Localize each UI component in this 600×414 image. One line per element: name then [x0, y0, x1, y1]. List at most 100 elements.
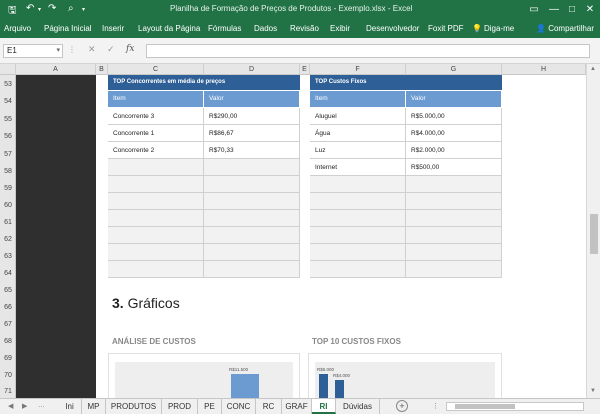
table-concorrentes-item-cell[interactable]	[108, 227, 204, 244]
table-concorrentes-item-cell[interactable]	[108, 210, 204, 227]
row-header[interactable]: 62	[0, 236, 16, 243]
table-custos-fixos-item-cell[interactable]: Água	[310, 125, 406, 142]
tab-split-grip-icon[interactable]: ⋮	[432, 402, 439, 410]
add-sheet-icon[interactable]: +	[396, 400, 408, 412]
enter-icon[interactable]: ✓	[107, 44, 115, 55]
tab-desenvolvedor[interactable]: Desenvolvedor	[366, 24, 419, 33]
customize-toolbar-icon[interactable]: ▾	[82, 6, 85, 13]
tab-revisao[interactable]: Revisão	[290, 24, 319, 33]
cancel-icon[interactable]: ✕	[88, 44, 96, 55]
maximize-icon[interactable]: □	[564, 2, 580, 18]
row-header[interactable]: 55	[0, 116, 16, 123]
table-concorrentes-valor-cell[interactable]	[204, 176, 300, 193]
column-header-h[interactable]: H	[502, 64, 586, 75]
table-concorrentes-valor-cell[interactable]	[204, 261, 300, 278]
more-sheets-icon[interactable]: …	[38, 402, 45, 409]
sheet-tab-graf[interactable]: GRAF	[282, 399, 312, 414]
tab-arquivo[interactable]: Arquivo	[4, 24, 31, 33]
table-custos-fixos-item-cell[interactable]	[310, 193, 406, 210]
table-custos-fixos-valor-cell[interactable]: R$5.000,00	[406, 108, 502, 125]
row-header[interactable]: 68	[0, 338, 16, 345]
insert-function-icon[interactable]: fx	[126, 44, 134, 54]
row-header[interactable]: 67	[0, 321, 16, 328]
undo-icon[interactable]: ↶	[26, 3, 34, 14]
table-concorrentes-item-cell[interactable]: Concorrente 3	[108, 108, 204, 125]
column-header-d[interactable]: D	[204, 64, 300, 75]
chart-bar[interactable]	[335, 380, 344, 398]
tab-formulas[interactable]: Fórmulas	[208, 24, 241, 33]
column-header-f[interactable]: F	[310, 64, 406, 75]
row-header[interactable]: 64	[0, 270, 16, 277]
formula-bar-grip-icon[interactable]: ⋮	[68, 45, 76, 54]
row-header[interactable]: 60	[0, 202, 16, 209]
row-header[interactable]: 59	[0, 185, 16, 192]
row-header[interactable]: 54	[0, 98, 16, 105]
table-concorrentes-item-cell[interactable]	[108, 193, 204, 210]
tab-pagina-inicial[interactable]: Página Inicial	[44, 24, 92, 33]
table-concorrentes-valor-cell[interactable]: R$70,33	[204, 142, 300, 159]
sheet-tab-duvidas[interactable]: Dúvidas	[336, 399, 380, 414]
column-header-c[interactable]: C	[108, 64, 204, 75]
column-header-g[interactable]: G	[406, 64, 502, 75]
table-custos-fixos-item-cell[interactable]	[310, 244, 406, 261]
row-header[interactable]: 70	[0, 372, 16, 379]
tab-inserir[interactable]: Inserir	[102, 24, 124, 33]
tell-me-search[interactable]: Diga-me	[484, 24, 514, 33]
table-custos-fixos-valor-cell[interactable]	[406, 210, 502, 227]
sheet-area[interactable]: TOP Concorrentes em média de preços Item…	[96, 75, 586, 398]
horizontal-scrollbar[interactable]	[446, 402, 584, 411]
row-header[interactable]: 71	[0, 388, 16, 395]
sheet-tab-mp[interactable]: MP	[82, 399, 106, 414]
table-concorrentes-item-cell[interactable]: Concorrente 2	[108, 142, 204, 159]
table-custos-fixos-valor-cell[interactable]	[406, 176, 502, 193]
undo-dropdown-icon[interactable]: ▾	[38, 6, 41, 13]
sheet-tab-ini[interactable]: Ini	[58, 399, 82, 414]
next-sheet-icon[interactable]: ▶	[22, 402, 27, 410]
table-concorrentes-valor-cell[interactable]	[204, 210, 300, 227]
sheet-tab-ri[interactable]: RI	[312, 399, 336, 414]
column-a-dark-panel[interactable]	[16, 75, 96, 398]
row-header[interactable]: 56	[0, 133, 16, 140]
table-concorrentes-item-cell[interactable]	[108, 159, 204, 176]
table-custos-fixos-item-cell[interactable]	[310, 176, 406, 193]
chart-bar[interactable]	[231, 374, 259, 398]
row-header[interactable]: 53	[0, 81, 16, 88]
vertical-scrollbar[interactable]: ▲ ▼	[586, 64, 600, 398]
tab-dados[interactable]: Dados	[254, 24, 277, 33]
chart-analise-custos[interactable]: R$11.500	[108, 353, 300, 398]
minimize-icon[interactable]: —	[546, 2, 562, 18]
table-custos-fixos-valor-cell[interactable]: R$2.000,00	[406, 142, 502, 159]
table-custos-fixos-item-cell[interactable]: Aluguel	[310, 108, 406, 125]
sheet-tab-rc[interactable]: RC	[256, 399, 282, 414]
ribbon-options-icon[interactable]: ▭	[526, 2, 542, 18]
scroll-down-icon[interactable]: ▼	[590, 388, 596, 394]
table-custos-fixos-item-cell[interactable]: Internet	[310, 159, 406, 176]
row-header[interactable]: 63	[0, 253, 16, 260]
row-header[interactable]: 58	[0, 168, 16, 175]
vertical-scroll-thumb[interactable]	[590, 214, 598, 254]
formula-input[interactable]	[146, 44, 590, 58]
table-concorrentes-item-cell[interactable]	[108, 261, 204, 278]
table-concorrentes-valor-cell[interactable]	[204, 193, 300, 210]
close-icon[interactable]: ✕	[582, 2, 598, 18]
row-header[interactable]: 69	[0, 355, 16, 362]
row-header[interactable]: 57	[0, 151, 16, 158]
table-custos-fixos-valor-cell[interactable]	[406, 244, 502, 261]
table-concorrentes-valor-cell[interactable]: R$290,00	[204, 108, 300, 125]
table-concorrentes-item-cell[interactable]	[108, 176, 204, 193]
prev-sheet-icon[interactable]: ◀	[8, 402, 13, 410]
table-custos-fixos-item-cell[interactable]	[310, 210, 406, 227]
row-header[interactable]: 65	[0, 287, 16, 294]
table-custos-fixos-valor-cell[interactable]: R$4.000,00	[406, 125, 502, 142]
print-preview-icon[interactable]: ⌕	[68, 3, 74, 14]
share-button[interactable]: 👤 Compartilhar	[533, 22, 597, 36]
table-custos-fixos-valor-cell[interactable]	[406, 227, 502, 244]
name-box[interactable]: E1 ▾	[3, 44, 63, 58]
table-custos-fixos-item-cell[interactable]	[310, 261, 406, 278]
table-concorrentes-valor-cell[interactable]	[204, 227, 300, 244]
tab-foxit-pdf[interactable]: Foxit PDF	[428, 24, 464, 33]
tab-exibir[interactable]: Exibir	[330, 24, 350, 33]
table-custos-fixos-valor-cell[interactable]: R$500,00	[406, 159, 502, 176]
chevron-down-icon[interactable]: ▾	[56, 45, 60, 57]
horizontal-scroll-thumb[interactable]	[455, 404, 515, 409]
